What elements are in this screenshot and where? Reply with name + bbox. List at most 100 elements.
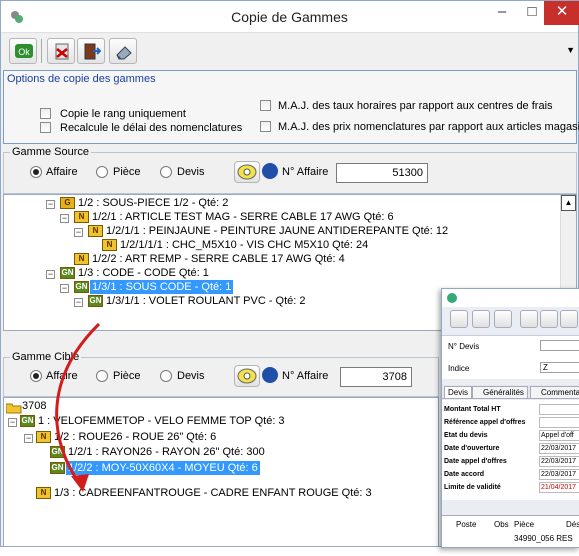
col-obs: Obs xyxy=(494,520,509,529)
devis-background-window: N° Devis Indice Z Devis Généralités Comm… xyxy=(441,288,579,548)
expand-toggle[interactable]: − xyxy=(24,434,33,443)
source-tree-node[interactable]: 1/2/1 : ARTICLE TEST MAG - SERRE CABLE 1… xyxy=(92,210,394,224)
bg-header: N° Devis Indice Z xyxy=(442,335,579,379)
field-value[interactable]: 21/04/2017 xyxy=(539,482,579,493)
info-icon[interactable] xyxy=(262,163,278,179)
field-row: Date accord 22/03/2017 xyxy=(442,469,579,481)
ok-icon: Ok xyxy=(15,44,33,58)
source-naffaire-input[interactable]: 51300 xyxy=(336,163,428,183)
gamme-source-title: Gamme Source xyxy=(10,146,92,158)
info-icon[interactable] xyxy=(262,367,278,383)
field-value[interactable]: 22/03/2017 xyxy=(539,443,579,454)
options-panel: Options de copie des gammes Copie le ran… xyxy=(3,70,579,144)
field-label: Limite de validité xyxy=(444,484,501,491)
source-devis-radio[interactable] xyxy=(160,166,172,178)
cible-piece-radio[interactable] xyxy=(96,370,108,382)
source-tree-node[interactable]: 1/2/1/1 : PEINJAUNE - PEINTURE JAUNE ANT… xyxy=(106,224,448,238)
source-affaire-radio[interactable] xyxy=(30,166,42,178)
gamme-cible-title: Gamme Cible xyxy=(10,351,82,363)
indice-input[interactable]: Z xyxy=(540,362,579,373)
chevron-down-icon[interactable]: ▼ xyxy=(566,45,575,55)
source-tree-node[interactable]: 1/2/2 : ART REMP - SERRE CABLE 17 AWG Qt… xyxy=(92,252,345,266)
title-bar[interactable]: Copie de Gammes – □ ✕ xyxy=(1,1,579,33)
source-tree-node[interactable]: 1/2 : SOUS-PIECE 1/2 - Qté: 2 xyxy=(78,196,228,210)
source-tree-node-selected[interactable]: 1/3/1 : SOUS CODE - Qté: 1 xyxy=(90,280,234,294)
cible-search-button[interactable] xyxy=(234,365,260,387)
field-value[interactable]: Appel d'off xyxy=(539,430,579,441)
bg-toolbar xyxy=(442,307,579,333)
cible-naffaire-input[interactable]: 3708 xyxy=(340,367,412,387)
ok-button[interactable]: Ok xyxy=(9,38,37,64)
cible-tree-node[interactable]: 1/3 : CADREENFANTROUGE - CADRE ENFANT RO… xyxy=(54,486,372,500)
field-row: Limite de validité 21/04/2017 xyxy=(442,482,579,494)
nav-first-icon[interactable] xyxy=(560,310,578,328)
source-tree-node[interactable]: 1/3/1/1 : VOLET ROULANT PVC - Qté: 2 xyxy=(106,294,306,308)
field-value[interactable] xyxy=(539,417,579,428)
field-row: Date appel d'offres 22/03/2017 xyxy=(442,456,579,468)
exit-button[interactable] xyxy=(77,38,105,64)
poste-row[interactable]: 34990_056 RES xyxy=(514,534,573,543)
recalc-delay-checkbox[interactable] xyxy=(40,122,51,133)
cible-tree-root[interactable]: 3708 xyxy=(22,399,46,413)
copy-rank-label: Copie le rang uniquement xyxy=(60,108,186,120)
field-row: Etat du devis Appel d'off xyxy=(442,430,579,442)
tab-devis[interactable]: Devis xyxy=(444,386,473,399)
expand-toggle[interactable]: − xyxy=(74,228,83,237)
col-piece: Pièce xyxy=(514,520,535,529)
bg-title-bar xyxy=(442,289,579,307)
maj-taux-checkbox[interactable] xyxy=(260,100,271,111)
cible-affaire-radio[interactable] xyxy=(30,370,42,382)
expand-toggle[interactable]: − xyxy=(46,270,55,279)
cible-tree-node[interactable]: 1/2/1 : RAYON26 - RAYON 26" Qté: 300 xyxy=(68,445,265,459)
field-label: Montant Total HT xyxy=(444,406,501,413)
field-row: Référence appel d'offres xyxy=(442,417,579,429)
field-value[interactable] xyxy=(539,404,579,415)
nomenclature-icon: N xyxy=(88,225,103,237)
cancel-icon xyxy=(55,43,69,60)
home-icon[interactable] xyxy=(450,310,468,328)
col-poste: Poste xyxy=(456,520,477,529)
expand-toggle[interactable]: − xyxy=(60,214,69,223)
copy-rank-checkbox[interactable] xyxy=(40,108,51,119)
cible-tree-node[interactable]: 1/2 : ROUE26 - ROUE 26" Qté: 6 xyxy=(54,430,216,444)
field-value[interactable]: 22/03/2017 xyxy=(539,456,579,467)
tab-commentaire[interactable]: Commentaire xyxy=(530,386,579,399)
copie-gammes-window: Copie de Gammes – □ ✕ Ok ▼ Options de co… xyxy=(0,0,579,548)
gamme-nomenclature-icon: GN xyxy=(50,462,65,474)
chart-icon[interactable] xyxy=(540,310,558,328)
expand-toggle[interactable]: − xyxy=(74,298,83,307)
gamme-icon: G xyxy=(60,197,75,209)
print-icon[interactable] xyxy=(520,310,538,328)
ndevis-input[interactable] xyxy=(540,340,579,351)
field-value[interactable]: 22/03/2017 xyxy=(539,469,579,480)
field-label: Date accord xyxy=(444,471,485,478)
field-row: Montant Total HT xyxy=(442,404,579,416)
gamme-nomenclature-icon: GN xyxy=(50,446,65,458)
cible-tree-node[interactable]: 1 : VELOFEMMETOP - VELO FEMME TOP Qté: 3 xyxy=(38,414,285,428)
nomenclature-icon: N xyxy=(74,211,89,223)
expand-toggle[interactable]: − xyxy=(46,200,55,209)
maj-prix-checkbox[interactable] xyxy=(260,121,271,132)
cible-devis-label: Devis xyxy=(177,370,205,382)
source-piece-radio[interactable] xyxy=(96,166,108,178)
expand-toggle[interactable]: − xyxy=(8,418,17,427)
cible-devis-radio[interactable] xyxy=(160,370,172,382)
gear-icon[interactable] xyxy=(494,310,512,328)
close-button[interactable]: ✕ xyxy=(544,1,579,25)
eraser-icon xyxy=(116,46,132,60)
field-label: Référence appel d'offres xyxy=(444,419,526,426)
source-tree-node[interactable]: 1/3 : CODE - CODE Qté: 1 xyxy=(78,266,209,280)
cible-tree-node-selected[interactable]: 1/2/2 : MOY-50X60X4 - MOYEU Qté: 6 xyxy=(66,461,260,475)
source-search-button[interactable] xyxy=(234,161,260,183)
clear-button[interactable] xyxy=(109,38,137,64)
cible-tree[interactable]: 3708 − GN 1 : VELOFEMMETOP - VELO FEMME … xyxy=(3,397,439,547)
expand-toggle[interactable]: − xyxy=(60,284,69,293)
scroll-up-button[interactable]: ▲ xyxy=(561,195,576,211)
options-title: Options de copie des gammes xyxy=(7,73,156,85)
tab-generalites[interactable]: Généralités xyxy=(472,386,528,399)
cancel-button[interactable] xyxy=(47,38,75,64)
copy-icon[interactable] xyxy=(472,310,490,328)
source-naffaire-label: N° Affaire xyxy=(282,166,329,178)
source-tree-node[interactable]: 1/2/1/1/1 : CHC_M5X10 - VIS CHC M5X10 Qt… xyxy=(120,238,368,252)
field-row: Date d'ouverture 22/03/2017 xyxy=(442,443,579,455)
